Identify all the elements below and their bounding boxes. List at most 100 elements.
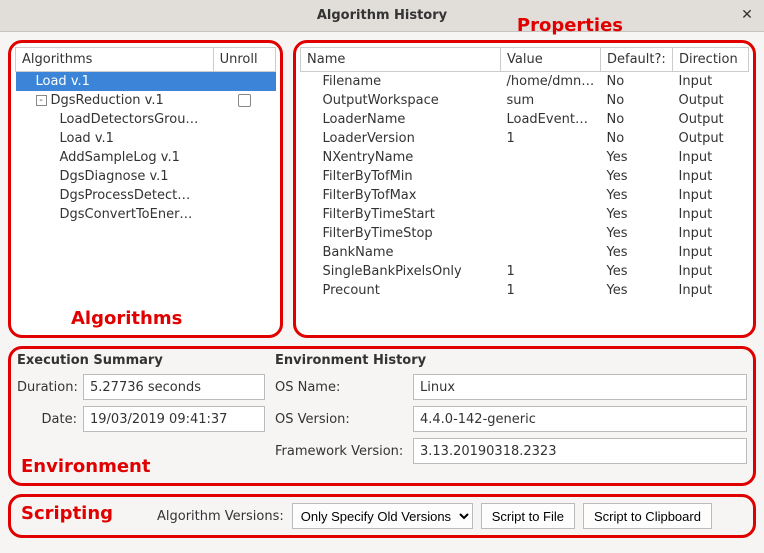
- cell-name: Precount: [301, 281, 501, 300]
- tree-item-label: DgsReduction v.1: [51, 93, 164, 108]
- execution-summary-heading: Execution Summary: [17, 353, 265, 368]
- cell-def: Yes: [601, 262, 673, 281]
- cell-value: 1: [501, 281, 601, 300]
- close-icon[interactable]: ✕: [738, 6, 756, 24]
- cell-def: Yes: [601, 243, 673, 262]
- table-row[interactable]: FilterByTofMaxYesInput: [301, 186, 749, 205]
- cell-value: sum: [501, 91, 601, 110]
- algorithms-tree[interactable]: Algorithms Unroll Load v.1 -DgsReduction …: [15, 47, 276, 224]
- table-row[interactable]: Precount1YesInput: [301, 281, 749, 300]
- table-row[interactable]: SingleBankPixelsOnly1YesInput: [301, 262, 749, 281]
- os-version-label: OS Version:: [275, 412, 407, 427]
- tree-item-label: DgsDiagnose v.1: [60, 169, 169, 184]
- expander-icon[interactable]: -: [36, 95, 47, 106]
- content-area: Algorithms Algorithms Unroll Load v.1 -Dg…: [0, 32, 764, 544]
- tree-item-label: Load v.1: [36, 74, 90, 89]
- unroll-checkbox[interactable]: [238, 94, 251, 107]
- cell-dir: Input: [673, 205, 749, 224]
- tree-item-label: AddSampleLog v.1: [60, 150, 180, 165]
- tree-item-label: LoadDetectorsGrou…: [60, 112, 199, 127]
- col-unroll[interactable]: Unroll: [213, 48, 275, 72]
- cell-def: Yes: [601, 224, 673, 243]
- cell-value: /home/dmn…: [501, 72, 601, 92]
- algorithm-versions-combo[interactable]: Only Specify Old Versions: [292, 503, 473, 529]
- table-row[interactable]: LoaderVersion1NoOutput: [301, 129, 749, 148]
- col-name[interactable]: Name: [301, 48, 501, 72]
- cell-name: NXentryName: [301, 148, 501, 167]
- tree-row[interactable]: Load v.1: [16, 72, 276, 92]
- tree-row[interactable]: DgsConvertToEner…: [16, 205, 276, 224]
- col-direction[interactable]: Direction: [673, 48, 749, 72]
- framework-version-label: Framework Version:: [275, 444, 407, 459]
- cell-value: [501, 243, 601, 262]
- tree-row[interactable]: DgsProcessDetect…: [16, 186, 276, 205]
- table-row[interactable]: BankName YesInput: [301, 243, 749, 262]
- cell-def: Yes: [601, 281, 673, 300]
- cell-def: No: [601, 129, 673, 148]
- tree-item-label: DgsProcessDetect…: [60, 188, 191, 203]
- cell-def: Yes: [601, 205, 673, 224]
- os-name-value: Linux: [413, 374, 747, 400]
- cell-name: BankName: [301, 243, 501, 262]
- col-default[interactable]: Default?:: [601, 48, 673, 72]
- script-to-clipboard-button[interactable]: Script to Clipboard: [583, 503, 712, 529]
- cell-dir: Input: [673, 148, 749, 167]
- cell-dir: Input: [673, 281, 749, 300]
- cell-def: No: [601, 72, 673, 92]
- table-row[interactable]: FilterByTofMinYesInput: [301, 167, 749, 186]
- cell-name: Filename: [301, 72, 501, 92]
- cell-name: LoaderVersion: [301, 129, 501, 148]
- col-algorithms[interactable]: Algorithms: [16, 48, 214, 72]
- table-row[interactable]: OutputWorkspacesumNoOutput: [301, 91, 749, 110]
- cell-dir: Input: [673, 72, 749, 92]
- date-label: Date:: [17, 412, 77, 427]
- date-value: 19/03/2019 09:41:37: [83, 406, 265, 432]
- col-value[interactable]: Value: [501, 48, 601, 72]
- cell-dir: Input: [673, 224, 749, 243]
- script-to-file-button[interactable]: Script to File: [481, 503, 575, 529]
- title-bar: Algorithm History ✕: [0, 0, 764, 32]
- os-version-value: 4.4.0-142-generic: [413, 406, 747, 432]
- cell-name: SingleBankPixelsOnly: [301, 262, 501, 281]
- cell-value: 1: [501, 129, 601, 148]
- cell-value: [501, 148, 601, 167]
- properties-table[interactable]: Name Value Default?: Direction Filename/…: [300, 47, 749, 300]
- cell-value: LoadEventN…: [501, 110, 601, 129]
- cell-name: OutputWorkspace: [301, 91, 501, 110]
- cell-value: [501, 186, 601, 205]
- cell-dir: Input: [673, 243, 749, 262]
- cell-dir: Input: [673, 167, 749, 186]
- window-title: Algorithm History: [317, 8, 447, 23]
- os-name-label: OS Name:: [275, 380, 407, 395]
- cell-def: No: [601, 110, 673, 129]
- environment-block: Environment Execution Summary Duration: …: [8, 346, 756, 486]
- cell-def: Yes: [601, 148, 673, 167]
- table-row[interactable]: LoaderNameLoadEventN…NoOutput: [301, 110, 749, 129]
- tree-item-label: DgsConvertToEner…: [60, 207, 193, 222]
- cell-name: FilterByTimeStart: [301, 205, 501, 224]
- table-row[interactable]: NXentryName YesInput: [301, 148, 749, 167]
- properties-panel: Properties Name Value Default?: Directio…: [293, 40, 756, 338]
- table-row[interactable]: FilterByTimeStopYesInput: [301, 224, 749, 243]
- tree-row[interactable]: DgsDiagnose v.1: [16, 167, 276, 186]
- cell-dir: Output: [673, 129, 749, 148]
- cell-value: [501, 205, 601, 224]
- table-row[interactable]: Filename/home/dmn…NoInput: [301, 72, 749, 92]
- tree-row[interactable]: AddSampleLog v.1: [16, 148, 276, 167]
- cell-name: FilterByTofMin: [301, 167, 501, 186]
- tree-row[interactable]: LoadDetectorsGrou…: [16, 110, 276, 129]
- cell-value: [501, 224, 601, 243]
- tree-row[interactable]: Load v.1: [16, 129, 276, 148]
- algorithms-panel: Algorithms Algorithms Unroll Load v.1 -Dg…: [8, 40, 283, 338]
- scripting-bar: Scripting Algorithm Versions: Only Speci…: [8, 494, 756, 538]
- duration-label: Duration:: [17, 380, 77, 395]
- cell-value: 1: [501, 262, 601, 281]
- table-row[interactable]: FilterByTimeStart YesInput: [301, 205, 749, 224]
- cell-name: LoaderName: [301, 110, 501, 129]
- framework-version-value: 3.13.20190318.2323: [413, 438, 747, 464]
- cell-def: Yes: [601, 186, 673, 205]
- cell-def: No: [601, 91, 673, 110]
- cell-dir: Output: [673, 110, 749, 129]
- tree-row[interactable]: -DgsReduction v.1: [16, 91, 276, 110]
- annotation-scripting: Scripting: [21, 503, 113, 524]
